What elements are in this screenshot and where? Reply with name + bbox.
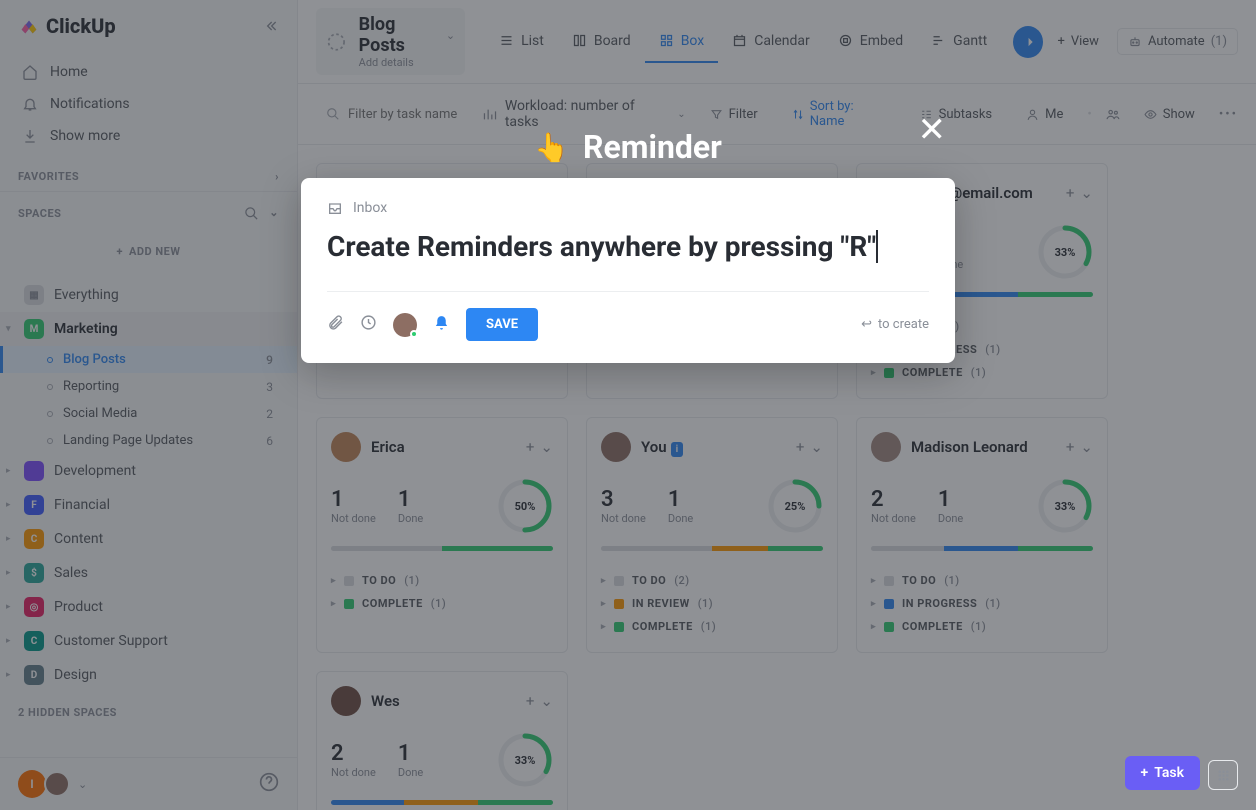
modal-footer: SAVE ↩ to create: [327, 291, 929, 341]
reminder-text-input[interactable]: Create Reminders anywhere by pressing "R…: [327, 230, 929, 263]
modal-title: Reminder: [583, 128, 722, 166]
modal-header: 👆 Reminder: [534, 128, 722, 166]
assignee-avatar[interactable]: [393, 313, 417, 337]
reminder-text: Create Reminders anywhere by pressing "R…: [327, 230, 876, 263]
new-task-fab[interactable]: + Task: [1125, 756, 1200, 790]
close-icon[interactable]: ✕: [918, 110, 947, 150]
inbox-icon: [327, 200, 343, 216]
hint-text: to create: [878, 317, 929, 332]
notify-icon[interactable]: [433, 314, 450, 336]
modal-hint: ↩ to create: [861, 317, 929, 332]
clock-icon[interactable]: [360, 314, 377, 336]
apps-icon: [1216, 768, 1231, 783]
inbox-label: Inbox: [353, 200, 387, 216]
apps-fab[interactable]: [1208, 760, 1238, 790]
save-button[interactable]: SAVE: [466, 308, 538, 341]
attachment-icon[interactable]: [327, 314, 344, 336]
plus-icon: +: [1141, 765, 1149, 781]
enter-icon: ↩: [861, 317, 872, 332]
reminder-modal: Inbox Create Reminders anywhere by press…: [301, 178, 955, 363]
modal-location[interactable]: Inbox: [327, 200, 929, 216]
fab-label: Task: [1154, 765, 1184, 781]
modal-overlay[interactable]: 👆 Reminder ✕ Inbox Create Reminders anyw…: [0, 0, 1256, 810]
reminder-icon: 👆: [534, 131, 569, 164]
